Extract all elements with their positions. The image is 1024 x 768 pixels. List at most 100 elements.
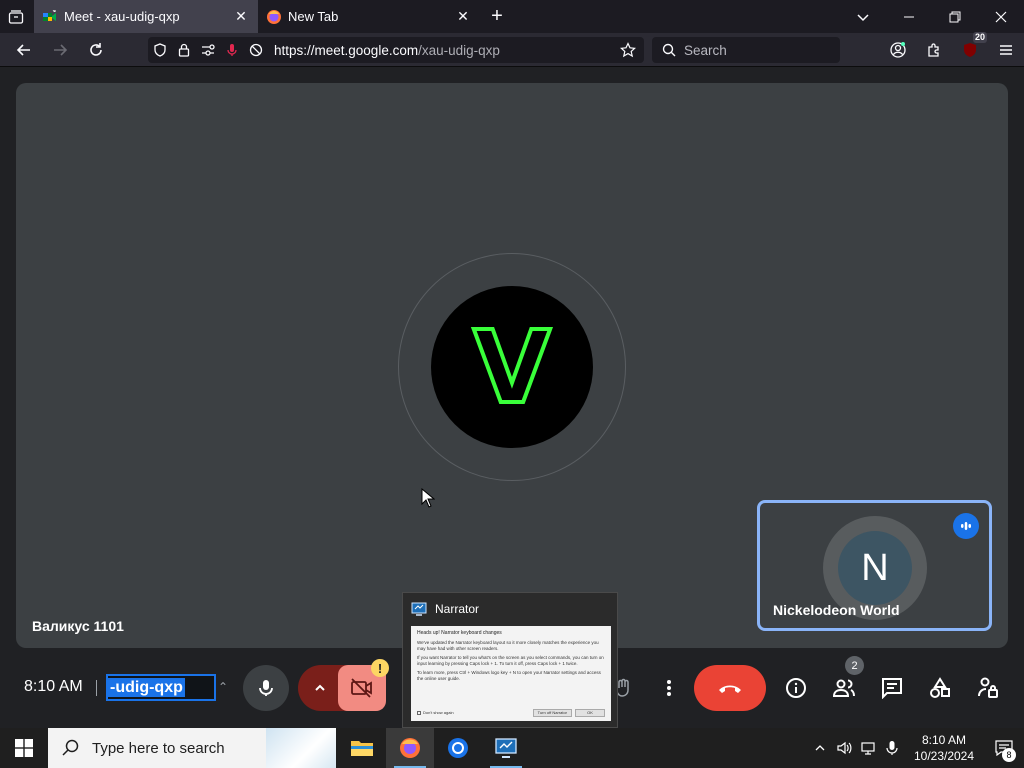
- microphone-icon: [259, 680, 273, 696]
- participant-name: Валикус 1101: [32, 618, 124, 634]
- narrator-heading: Heads up! Narrator keyboard changes: [417, 630, 502, 636]
- restore-button[interactable]: [932, 0, 978, 33]
- narrator-paragraph: If you want Narrator to tell you what's …: [417, 655, 604, 666]
- menu-hamburger-icon[interactable]: [988, 33, 1024, 67]
- taskbar-time: 8:10 AM: [921, 733, 967, 747]
- folder-icon: [351, 741, 373, 756]
- forward-icon[interactable]: [42, 33, 78, 67]
- bookmark-star-icon[interactable]: [616, 37, 640, 63]
- narrator-preview-window[interactable]: Narrator Heads up! Narrator keyboard cha…: [402, 592, 618, 728]
- camera-options-button[interactable]: [298, 665, 342, 711]
- narrator-app-icon: [495, 738, 517, 758]
- tab-list-icon[interactable]: [0, 0, 32, 33]
- tab-meet[interactable]: Meet - xau-udig-qxp ✕: [34, 0, 258, 33]
- mouse-cursor-icon: [421, 488, 435, 508]
- meeting-code-selection: -udig-qxp: [108, 678, 185, 697]
- lock-icon[interactable]: [172, 37, 196, 63]
- people-count-badge: 2: [845, 656, 864, 675]
- narrator-dialog-preview: Heads up! Narrator keyboard changes We'v…: [411, 626, 611, 721]
- start-button[interactable]: [0, 728, 48, 768]
- taskbar-search-box[interactable]: Type here to search: [48, 728, 336, 768]
- camera-off-icon: [351, 678, 372, 698]
- account-icon[interactable]: [880, 33, 916, 67]
- camera-blocked-icon[interactable]: [244, 37, 268, 63]
- extension-badge: 20: [972, 32, 987, 43]
- close-tab-icon[interactable]: ✕: [232, 8, 250, 26]
- network-icon[interactable]: [856, 728, 880, 768]
- chevron-up-icon: [315, 684, 325, 691]
- host-controls-button[interactable]: [968, 668, 1008, 708]
- search-bar[interactable]: Search: [652, 37, 840, 63]
- tab-title: Meet - xau-udig-qxp: [64, 9, 180, 24]
- notification-count-badge: 8: [1002, 748, 1016, 762]
- new-tab-button[interactable]: +: [480, 0, 514, 33]
- people-icon: [832, 679, 855, 697]
- participant-avatar: V: [431, 286, 593, 448]
- microphone-active-icon[interactable]: [220, 37, 244, 63]
- volume-icon[interactable]: [832, 728, 856, 768]
- taskbar-clock[interactable]: 8:10 AM 10/23/2024: [904, 732, 984, 764]
- system-tray: 8:10 AM 10/23/2024 8: [808, 728, 1024, 768]
- turn-off-narrator-button[interactable]: Turn off Narrator: [532, 709, 572, 717]
- narrator-ok-button[interactable]: OK: [575, 709, 605, 717]
- close-tab-icon[interactable]: ✕: [454, 8, 472, 26]
- show-hidden-icons-chevron[interactable]: [808, 728, 832, 768]
- dont-show-checkbox[interactable]: [417, 711, 421, 715]
- notifications-button[interactable]: 8: [984, 728, 1024, 768]
- taskbar-firefox[interactable]: [386, 728, 434, 768]
- divider: [96, 680, 97, 696]
- narrator-header: Narrator: [403, 593, 617, 625]
- taskbar-file-explorer[interactable]: [338, 728, 386, 768]
- narrator-footer: Don't show again Turn off Narrator OK: [411, 709, 611, 717]
- chrome-icon: [448, 738, 468, 758]
- close-window-button[interactable]: [978, 0, 1024, 33]
- chat-button[interactable]: [872, 668, 912, 708]
- narrator-app-icon: [411, 602, 427, 616]
- chevron-up-icon[interactable]: ⌃: [218, 680, 228, 694]
- ublock-extension-icon[interactable]: 20: [952, 32, 988, 67]
- permissions-icon[interactable]: [196, 37, 220, 63]
- self-name: Nickelodeon World: [773, 602, 900, 618]
- shield-icon[interactable]: [148, 37, 172, 63]
- address-bar[interactable]: https://meet.google.com/xau-udig-qxp: [148, 37, 644, 63]
- tab-new-tab[interactable]: New Tab ✕: [258, 0, 480, 33]
- navigation-toolbar: https://meet.google.com/xau-udig-qxp Sea…: [0, 32, 1024, 67]
- dont-show-label: Don't show again: [423, 710, 454, 715]
- search-icon: [62, 739, 79, 756]
- shapes-icon: [930, 677, 950, 698]
- back-icon[interactable]: [6, 33, 42, 67]
- tab-strip: Meet - xau-udig-qxp ✕ New Tab ✕ +: [0, 0, 1024, 33]
- microphone-button[interactable]: [243, 665, 289, 711]
- self-video-tile[interactable]: N Nickelodeon World: [757, 500, 992, 631]
- search-highlight-image: [266, 728, 336, 768]
- hang-up-icon: [719, 685, 741, 693]
- meeting-time: 8:10 AM: [24, 678, 83, 695]
- narrator-paragraph: To learn more, press Ctrl + Windows logo…: [417, 670, 601, 681]
- microphone-in-use-icon[interactable]: [880, 728, 904, 768]
- more-options-button[interactable]: [649, 665, 689, 711]
- narrator-paragraph: We've updated the Narrator keyboard layo…: [417, 640, 599, 651]
- taskbar-search-placeholder: Type here to search: [92, 739, 225, 757]
- narrator-title: Narrator: [435, 602, 480, 616]
- taskbar-date: 10/23/2024: [913, 749, 975, 763]
- google-meet-icon: [42, 9, 58, 25]
- meeting-details-button[interactable]: [776, 668, 816, 708]
- chat-icon: [882, 678, 902, 699]
- leave-call-button[interactable]: [694, 665, 766, 711]
- tab-list-chevron-icon[interactable]: [840, 0, 886, 33]
- taskbar-narrator[interactable]: [482, 728, 530, 768]
- reload-icon[interactable]: [78, 33, 114, 67]
- extensions-puzzle-icon[interactable]: [916, 33, 952, 67]
- activities-button[interactable]: [920, 668, 960, 708]
- audio-level-icon: [953, 513, 979, 539]
- url-text: https://meet.google.com/xau-udig-qxp: [274, 42, 500, 58]
- taskbar-chrome[interactable]: [434, 728, 482, 768]
- svg-text:V: V: [473, 312, 550, 422]
- camera-warning-badge: !: [371, 659, 389, 677]
- windows-taskbar: Type here to search 8:10 AM 10/23/2024 8: [0, 728, 1024, 768]
- firefox-icon: [266, 9, 282, 25]
- more-vertical-icon: [667, 680, 671, 696]
- minimize-button[interactable]: [886, 0, 932, 33]
- meeting-code-field[interactable]: -udig-qxp: [106, 674, 216, 701]
- self-avatar: N: [838, 531, 912, 605]
